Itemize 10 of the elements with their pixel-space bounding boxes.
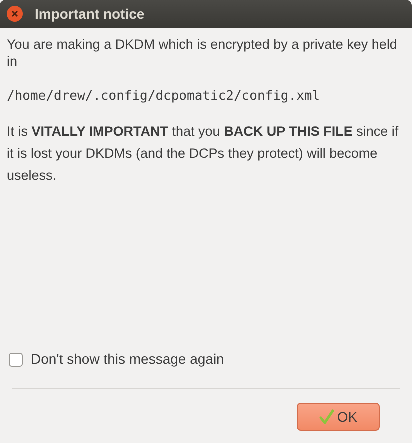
window-title: Important notice xyxy=(35,4,145,24)
close-icon xyxy=(11,10,19,18)
close-button[interactable] xyxy=(7,6,23,22)
warning-text: It is VITALLY IMPORTANT that you BACK UP THIS FILE since if it is lost your DKDMs (and the DCPs they protect) will become useless. xyxy=(7,122,400,184)
checkmark-icon xyxy=(319,409,336,425)
checkbox[interactable] xyxy=(9,352,23,366)
message-text: You are making a DKDM which is encrypted by a private key held in xyxy=(7,36,398,70)
file-path: /home/drew/.config/dcpomatic2/config.xml xyxy=(7,88,322,106)
ok-button[interactable]: OK xyxy=(297,403,380,431)
checkbox-label[interactable]: Don't show this message again xyxy=(31,349,224,370)
